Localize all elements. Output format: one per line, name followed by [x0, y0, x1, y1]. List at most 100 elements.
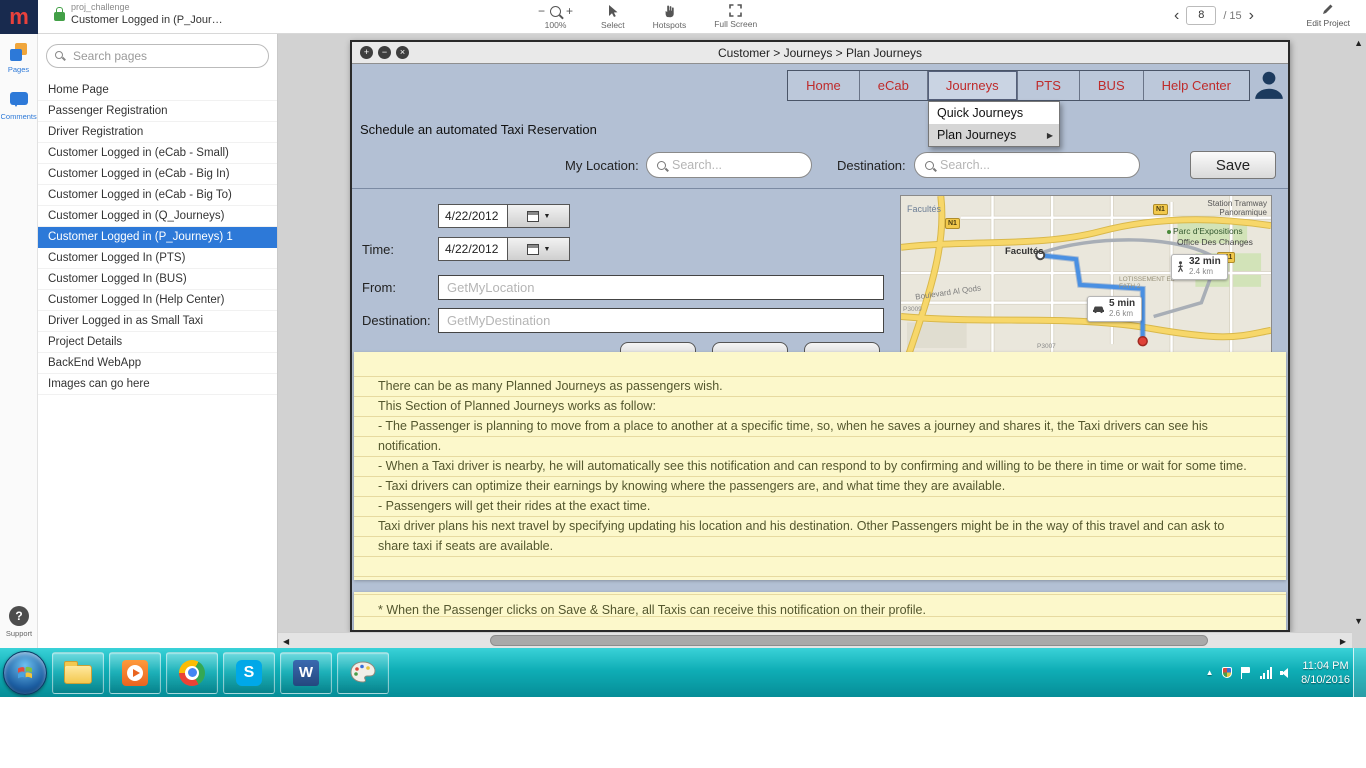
page-list-item[interactable]: Customer Logged in (Q_Journeys): [38, 206, 277, 227]
mockup-heading: Schedule an automated Taxi Reservation: [360, 122, 597, 137]
current-page-breadcrumb[interactable]: Customer Logged in (P_Jour…: [71, 13, 223, 27]
park-dot-icon: [1167, 230, 1171, 234]
zoom-tool[interactable]: − + 100%: [538, 0, 573, 30]
page-list-item[interactable]: Customer Logged in (eCab - Big In): [38, 164, 277, 185]
route-map[interactable]: Facultés Station Tramway Panoramique Parc…: [900, 195, 1272, 355]
dropdown-menu-item[interactable]: Plan Journeys ▶: [929, 124, 1059, 146]
page-list-item[interactable]: Customer Logged in (P_Journeys) 1: [38, 227, 277, 248]
tray-flag-icon[interactable]: [1240, 666, 1252, 679]
page-list-item[interactable]: Images can go here: [38, 374, 277, 395]
fullscreen-tool-button[interactable]: Full Screen: [714, 0, 757, 29]
mockup-nav-tab[interactable]: Home: [788, 71, 860, 100]
taskbar-word-button[interactable]: W: [280, 651, 332, 694]
prev-page-button[interactable]: ‹: [1174, 7, 1179, 25]
note-line: - Passengers will get their rides at the…: [378, 499, 651, 513]
road-badge-n1: N1: [1153, 204, 1168, 215]
mockup-nav-tab[interactable]: PTS: [1018, 71, 1080, 100]
from-input[interactable]: [438, 275, 884, 300]
taskbar-chrome-button[interactable]: [166, 651, 218, 694]
vertical-scroll-up-arrow[interactable]: ▲: [1354, 38, 1363, 48]
date-picker-row: ▼: [438, 204, 570, 228]
start-button[interactable]: [3, 650, 47, 695]
my-location-search-input[interactable]: [672, 158, 801, 172]
dropdown-menu-item[interactable]: Quick Journeys: [929, 102, 1059, 124]
taskbar-clock[interactable]: 11:04 PM 8/10/2016: [1301, 659, 1350, 687]
page-list-item[interactable]: Customer Logged in (eCab - Small): [38, 143, 277, 164]
destination-search-field[interactable]: [914, 152, 1140, 178]
edit-project-button[interactable]: Edit Project: [1307, 3, 1350, 28]
user-avatar-icon[interactable]: [1252, 67, 1286, 101]
search-icon: [657, 160, 666, 170]
system-tray: ▲ 11:04 PM 8/10/2016: [1206, 648, 1366, 697]
page-list-item[interactable]: BackEnd WebApp: [38, 353, 277, 374]
taskbar-paint-button[interactable]: [337, 651, 389, 694]
moqups-app-screen: m proj_challenge Customer Logged in (P_J…: [0, 0, 1366, 768]
tray-hidden-icons-arrow[interactable]: ▲: [1206, 668, 1214, 677]
page-list-item[interactable]: Passenger Registration: [38, 101, 277, 122]
calendar-button[interactable]: ▼: [508, 204, 570, 228]
page-item-label: BackEnd WebApp: [48, 357, 142, 369]
calendar-button[interactable]: ▼: [508, 237, 570, 261]
my-location-search-field[interactable]: [646, 152, 812, 178]
page-list-item[interactable]: Driver Logged in as Small Taxi: [38, 311, 277, 332]
hotspots-tool-button[interactable]: Hotspots: [653, 0, 686, 30]
page-list-item[interactable]: Driver Registration: [38, 122, 277, 143]
mockup-nav-tab[interactable]: Help Center: [1144, 71, 1249, 100]
page-list-item[interactable]: Project Details: [38, 332, 277, 353]
taskbar-explorer-button[interactable]: [52, 651, 104, 694]
rail-comments-tab[interactable]: Comments: [0, 80, 37, 127]
nav-tab-label: BUS: [1097, 78, 1125, 93]
destination-input[interactable]: [438, 308, 884, 333]
project-info: proj_challenge Customer Logged in (P_Jou…: [54, 2, 223, 27]
horizontal-scrollbar-thumb[interactable]: [490, 635, 1208, 646]
show-desktop-button[interactable]: [1353, 648, 1366, 697]
windows-taskbar: S W ▲ 11:04 PM 8/10/2016: [0, 648, 1366, 697]
page-list-item[interactable]: Customer Logged In (BUS): [38, 269, 277, 290]
vertical-scroll-down-arrow[interactable]: ▼: [1354, 616, 1363, 626]
save-button[interactable]: Save: [1190, 151, 1276, 179]
page-item-label: Driver Registration: [48, 126, 144, 138]
left-rail: Pages Comments ? Support: [0, 34, 38, 648]
tray-action-center-icon[interactable]: [1221, 667, 1232, 678]
select-tool-button[interactable]: Select: [601, 0, 625, 30]
tray-network-icon[interactable]: [1259, 666, 1273, 679]
taskbar-skype-button[interactable]: S: [223, 651, 275, 694]
mockup-nav-tab[interactable]: Journeys: [927, 71, 1018, 100]
horizontal-scrollbar[interactable]: ◀ ▶: [278, 632, 1352, 648]
time-input[interactable]: [438, 237, 508, 261]
moqups-logo[interactable]: m: [0, 0, 38, 34]
mockup-nav-tab[interactable]: BUS: [1080, 71, 1144, 100]
scroll-right-arrow[interactable]: ▶: [1340, 637, 1346, 646]
zoom-out-button[interactable]: −: [538, 5, 545, 17]
page-list-item[interactable]: Customer Logged In (PTS): [38, 248, 277, 269]
support-button[interactable]: ? Support: [0, 606, 38, 638]
page-total-label: / 15: [1223, 9, 1242, 22]
note-footer-line: * When the Passenger clicks on Save & Sh…: [378, 603, 926, 617]
map-label-parc: Parc d'Expositions: [1167, 226, 1243, 236]
mockup-nav-tab[interactable]: eCab: [860, 71, 928, 100]
destination-field-label: Destination:: [362, 313, 431, 328]
rail-pages-tab[interactable]: Pages: [0, 34, 37, 80]
word-icon: W: [293, 659, 319, 686]
taskbar-media-player-button[interactable]: [109, 651, 161, 694]
scroll-left-arrow[interactable]: ◀: [283, 637, 289, 646]
zoom-in-button[interactable]: +: [566, 5, 573, 17]
page-item-label: Driver Logged in as Small Taxi: [48, 315, 204, 327]
page-list-item[interactable]: Customer Logged In (Help Center): [38, 290, 277, 311]
page-number-input[interactable]: 8: [1186, 6, 1217, 25]
zoom-magnifier-icon: [550, 5, 562, 17]
page-item-label: Customer Logged in (eCab - Big In): [48, 168, 230, 180]
windows-flag-icon: [18, 666, 32, 678]
cursor-icon: [609, 5, 618, 17]
pages-panel: Home Page Passenger Registration Driver …: [38, 34, 278, 648]
page-list-item[interactable]: Customer Logged in (eCab - Big To): [38, 185, 277, 206]
date-input[interactable]: [438, 204, 508, 228]
next-page-button[interactable]: ›: [1249, 7, 1254, 25]
road-badge-n1: N1: [945, 218, 960, 229]
page-list-item[interactable]: Home Page: [38, 80, 277, 101]
destination-search-input[interactable]: [940, 158, 1129, 172]
fullscreen-tool-label: Full Screen: [714, 19, 758, 29]
tray-volume-icon[interactable]: [1280, 667, 1293, 678]
search-pages-input[interactable]: [46, 44, 269, 68]
note-line: - The Passenger is planning to move from…: [378, 419, 1208, 453]
